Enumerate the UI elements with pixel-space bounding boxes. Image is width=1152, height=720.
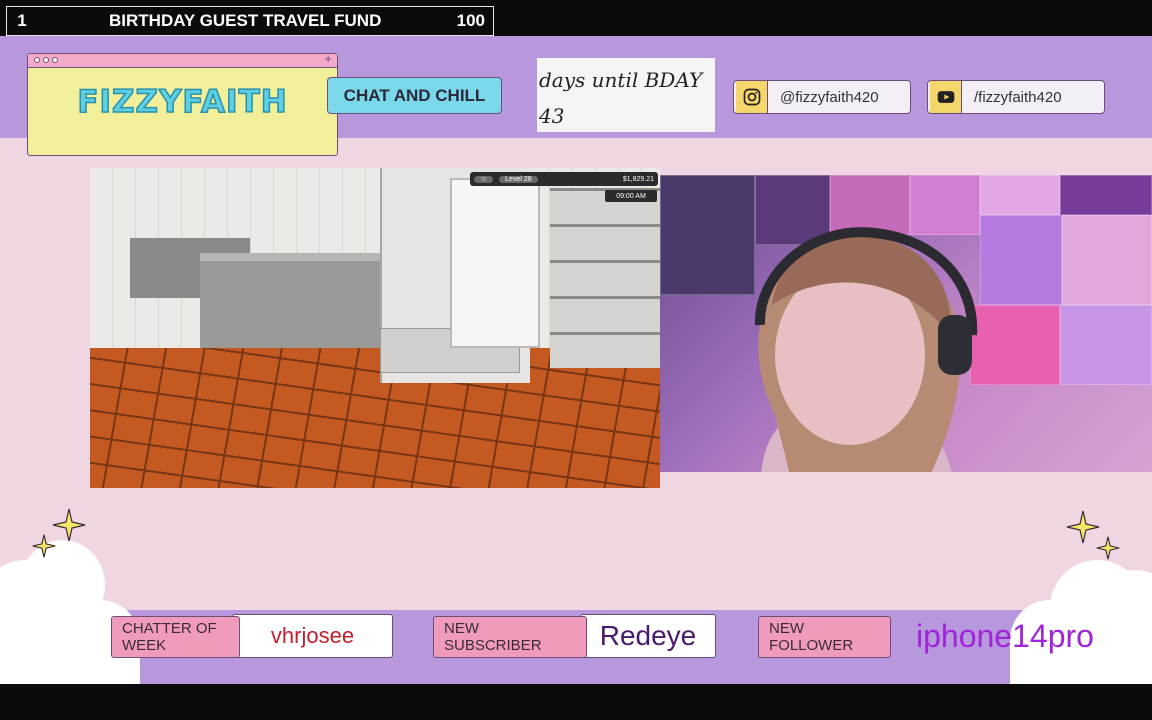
youtube-handle-text: /fizzyfaith420	[974, 88, 1062, 106]
game-fridge-door	[450, 178, 540, 348]
birthday-countdown: days until BDAY 43	[537, 58, 715, 132]
logo-window-titlebar: +	[28, 51, 337, 68]
stream-tag: CHAT AND CHILL	[327, 77, 502, 114]
game-floor	[90, 348, 660, 488]
goal-count: 1	[17, 11, 27, 30]
new-follower-value: iphone14pro	[916, 617, 1094, 654]
instagram-handle: @fizzyfaith420	[733, 80, 911, 114]
streamer-silhouette	[754, 227, 978, 472]
goal-bar: 1 BIRTHDAY GUEST TRAVEL FUND 100	[6, 6, 494, 36]
game-capture: ☺ Level 28 $1,829.21 09:00 AM	[90, 168, 660, 488]
hud-rating: ☺	[474, 175, 494, 183]
bottom-bar	[0, 684, 1152, 720]
webcam-feed	[660, 175, 1152, 472]
game-hud: ☺ Level 28 $1,829.21	[470, 172, 658, 186]
window-dot-icon	[43, 57, 49, 63]
goal-target: 100	[456, 11, 485, 30]
logo-window: + FIZZYFAITH	[27, 51, 338, 156]
instagram-icon	[736, 81, 768, 113]
wall-poster	[980, 175, 1060, 215]
countdown-value: 43	[539, 104, 565, 128]
sparkle-icon	[1066, 510, 1100, 544]
countdown-label: days until BDAY	[539, 68, 703, 92]
hud-clock: 09:00 AM	[605, 190, 657, 202]
goal-title: BIRTHDAY GUEST TRAVEL FUND	[109, 11, 382, 30]
instagram-handle-text: @fizzyfaith420	[780, 88, 879, 106]
channel-logo-text: FIZZYFAITH	[77, 83, 288, 121]
new-subscriber-label: NEW SUBSCRIBER	[433, 616, 587, 658]
stream-overlay: 1 BIRTHDAY GUEST TRAVEL FUND 100 + FIZZY…	[0, 0, 1152, 720]
chatter-of-week-label: CHATTER OF WEEK	[111, 616, 240, 658]
sparkle-icon	[1096, 536, 1120, 560]
youtube-icon	[930, 81, 962, 113]
new-follower-label: NEW FOLLOWER	[758, 616, 891, 658]
window-dot-icon	[34, 57, 40, 63]
sparkle-icon	[52, 508, 86, 542]
wall-poster	[1060, 305, 1152, 385]
window-dot-icon	[52, 57, 58, 63]
game-shelves	[550, 188, 660, 368]
sparkle-icon	[32, 534, 56, 558]
wall-poster	[1060, 175, 1152, 215]
plus-icon: +	[324, 51, 332, 66]
new-subscriber-value: Redeye	[580, 614, 716, 658]
hud-money: $1,829.21	[622, 175, 654, 183]
wall-poster	[1062, 215, 1152, 305]
hud-level: Level 28	[499, 175, 538, 183]
chatter-of-week-value: vhrjosee	[232, 614, 393, 658]
youtube-handle: /fizzyfaith420	[927, 80, 1105, 114]
